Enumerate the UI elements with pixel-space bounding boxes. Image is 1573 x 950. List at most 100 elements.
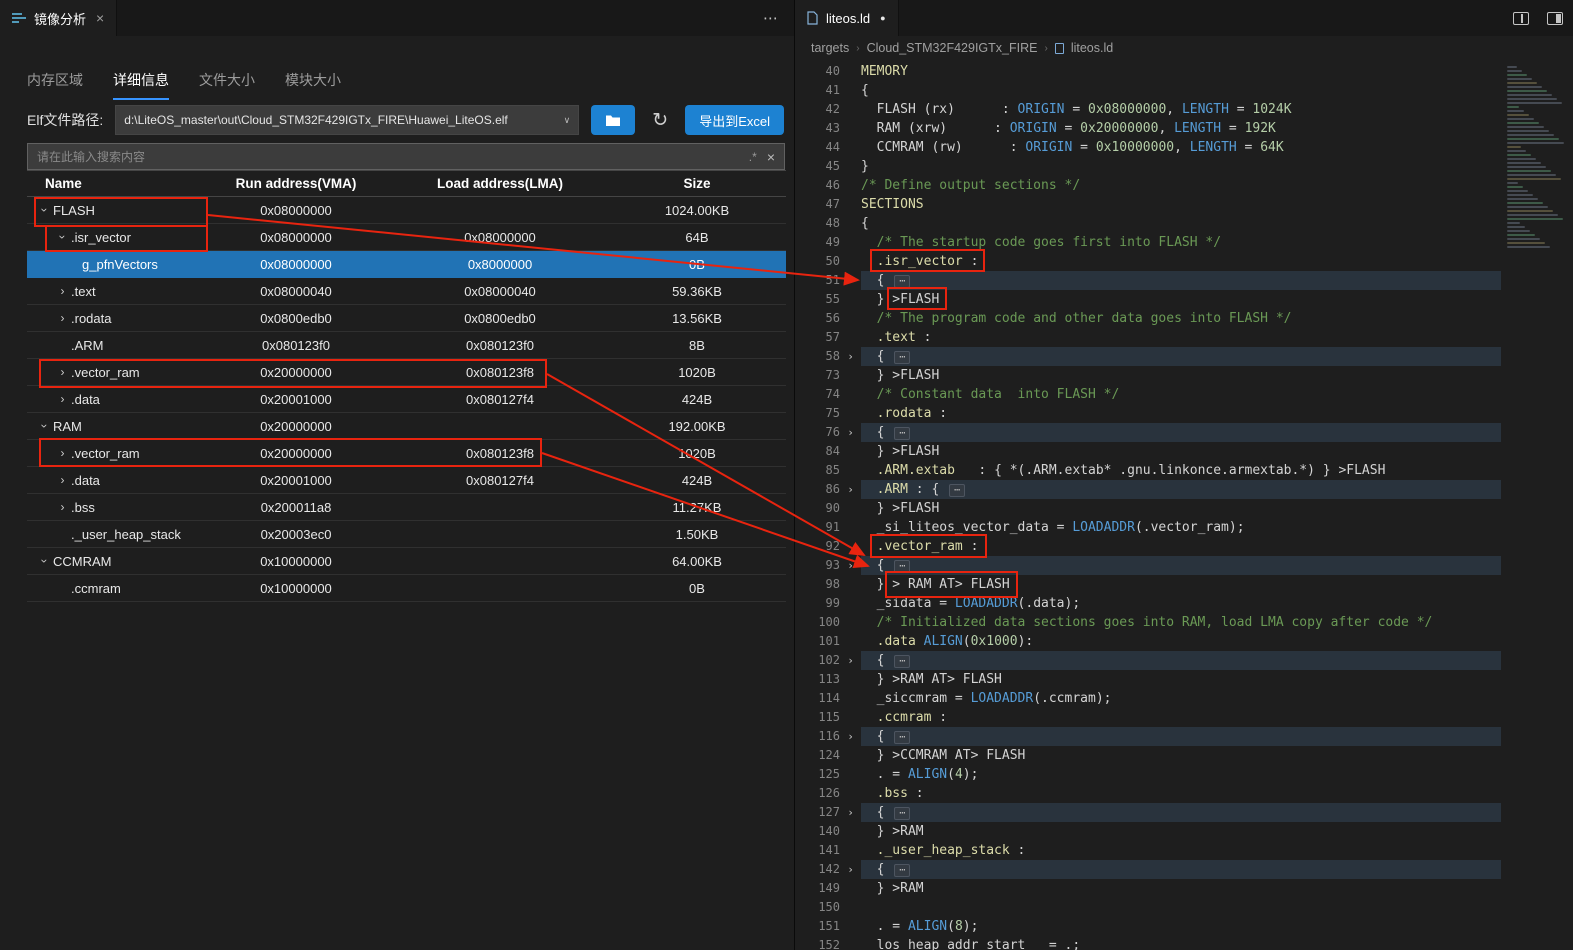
code-line[interactable]: 98 } > RAM AT> FLASH xyxy=(795,575,1501,594)
fold-chevron-icon[interactable]: › xyxy=(840,803,861,822)
table-row[interactable]: g_pfnVectors0x080000000x80000000B xyxy=(27,251,786,278)
code-line[interactable]: 51› { ⋯ xyxy=(795,271,1501,290)
chevron-right-icon[interactable]: › xyxy=(54,473,71,487)
code-line[interactable]: 44 CCMRAM (rw) : ORIGIN = 0x10000000, LE… xyxy=(795,138,1501,157)
minimap[interactable] xyxy=(1501,60,1573,950)
analysis-tool-tab[interactable]: 镜像分析 × xyxy=(0,0,117,36)
code-line[interactable]: 141 ._user_heap_stack : xyxy=(795,841,1501,860)
code-line[interactable]: 76› { ⋯ xyxy=(795,423,1501,442)
breadcrumb-item[interactable]: targets xyxy=(811,41,849,55)
chevron-right-icon[interactable]: › xyxy=(54,284,71,298)
code-line[interactable]: 140 } >RAM xyxy=(795,822,1501,841)
code-line[interactable]: 86› .ARM : { ⋯ xyxy=(795,480,1501,499)
code-line[interactable]: 90 } >FLASH xyxy=(795,499,1501,518)
code-line[interactable]: 124 } >CCMRAM AT> FLASH xyxy=(795,746,1501,765)
code-line[interactable]: 152 los_heap_addr_start = .; xyxy=(795,936,1501,950)
code-line[interactable]: 151 . = ALIGN(8); xyxy=(795,917,1501,936)
code-line[interactable]: 48{ xyxy=(795,214,1501,233)
code-line[interactable]: 73 } >FLASH xyxy=(795,366,1501,385)
code-line[interactable]: 114 _siccmram = LOADADDR(.ccmram); xyxy=(795,689,1501,708)
code-line[interactable]: 75 .rodata : xyxy=(795,404,1501,423)
code-line[interactable]: 126 .bss : xyxy=(795,784,1501,803)
table-row[interactable]: ›.text0x080000400x0800004059.36KB xyxy=(27,278,786,305)
code-line[interactable]: 40MEMORY xyxy=(795,62,1501,81)
code-line[interactable]: 125 . = ALIGN(4); xyxy=(795,765,1501,784)
clear-search-icon[interactable]: × xyxy=(767,149,775,165)
chevron-down-icon[interactable]: ∨ xyxy=(564,115,571,126)
code-line[interactable]: 93› { ⋯ xyxy=(795,556,1501,575)
code-line[interactable]: 116› { ⋯ xyxy=(795,727,1501,746)
tab-文件大小[interactable]: 文件大小 xyxy=(199,70,255,100)
chevron-right-icon[interactable]: › xyxy=(54,446,71,460)
code-line[interactable]: 92 .vector_ram : xyxy=(795,537,1501,556)
code-line[interactable]: 142› { ⋯ xyxy=(795,860,1501,879)
table-row[interactable]: ›CCMRAM0x1000000064.00KB xyxy=(27,548,786,575)
fold-chevron-icon[interactable]: › xyxy=(840,347,861,366)
code-line[interactable]: 57 .text : xyxy=(795,328,1501,347)
code-line[interactable]: 56 /* The program code and other data go… xyxy=(795,309,1501,328)
table-row[interactable]: ›RAM0x20000000192.00KB xyxy=(27,413,786,440)
fold-chevron-icon[interactable]: › xyxy=(840,423,861,442)
code-line[interactable]: 41{ xyxy=(795,81,1501,100)
chevron-right-icon[interactable]: › xyxy=(54,311,71,325)
code-line[interactable]: 115 .ccmram : xyxy=(795,708,1501,727)
fold-chevron-icon[interactable]: › xyxy=(840,480,861,499)
split-editor-icon[interactable] xyxy=(1513,12,1529,25)
chevron-right-icon[interactable]: › xyxy=(54,500,71,514)
editor-layout-icon[interactable] xyxy=(1547,12,1563,25)
modified-dot-icon[interactable]: ● xyxy=(880,13,885,23)
table-row[interactable]: ›.vector_ram0x200000000x080123f81020B xyxy=(27,359,786,386)
elf-path-select[interactable]: ∨ xyxy=(115,105,579,135)
chevron-down-icon[interactable]: › xyxy=(38,554,52,569)
fold-chevron-icon[interactable]: › xyxy=(840,727,861,746)
code-line[interactable]: 84 } >FLASH xyxy=(795,442,1501,461)
code-line[interactable]: 149 } >RAM xyxy=(795,879,1501,898)
table-row[interactable]: ›.bss0x200011a811.27KB xyxy=(27,494,786,521)
table-row[interactable]: ._user_heap_stack0x20003ec01.50KB xyxy=(27,521,786,548)
tab-内存区域[interactable]: 内存区域 xyxy=(27,70,83,100)
code-line[interactable]: 55 } >FLASH xyxy=(795,290,1501,309)
more-actions-icon[interactable]: ⋯ xyxy=(763,0,778,36)
code-line[interactable]: 42 FLASH (rx) : ORIGIN = 0x08000000, LEN… xyxy=(795,100,1501,119)
code-line[interactable]: 50 .isr_vector : xyxy=(795,252,1501,271)
code-line[interactable]: 47SECTIONS xyxy=(795,195,1501,214)
export-excel-button[interactable]: 导出到Excel xyxy=(685,105,784,135)
code-line[interactable]: 91 _si_liteos_vector_data = LOADADDR(.ve… xyxy=(795,518,1501,537)
editor-tab-liteos[interactable]: liteos.ld ● xyxy=(795,0,899,36)
code-line[interactable]: 43 RAM (xrw) : ORIGIN = 0x20000000, LENG… xyxy=(795,119,1501,138)
code-line[interactable]: 150 xyxy=(795,898,1501,917)
chevron-right-icon[interactable]: › xyxy=(54,392,71,406)
table-row[interactable]: .ccmram0x100000000B xyxy=(27,575,786,602)
code-line[interactable]: 74 /* Constant data into FLASH */ xyxy=(795,385,1501,404)
code-line[interactable]: 49 /* The startup code goes first into F… xyxy=(795,233,1501,252)
breadcrumb-item[interactable]: Cloud_STM32F429IGTx_FIRE xyxy=(867,41,1038,55)
code-line[interactable]: 101 .data ALIGN(0x1000): xyxy=(795,632,1501,651)
close-icon[interactable]: × xyxy=(96,10,104,26)
chevron-right-icon[interactable]: › xyxy=(54,365,71,379)
fold-chevron-icon[interactable]: › xyxy=(840,860,861,879)
search-input[interactable] xyxy=(37,150,739,164)
table-row[interactable]: ›.rodata0x0800edb00x0800edb013.56KB xyxy=(27,305,786,332)
elf-path-input[interactable] xyxy=(124,113,557,127)
code-line[interactable]: 102› { ⋯ xyxy=(795,651,1501,670)
code-line[interactable]: 58› { ⋯ xyxy=(795,347,1501,366)
table-row[interactable]: .ARM0x080123f00x080123f08B xyxy=(27,332,786,359)
code-line[interactable]: 45} xyxy=(795,157,1501,176)
breadcrumb-item[interactable]: liteos.ld xyxy=(1071,41,1113,55)
table-row[interactable]: ›.data0x200010000x080127f4424B xyxy=(27,467,786,494)
table-row[interactable]: ›FLASH0x080000001024.00KB xyxy=(27,197,786,224)
code-line[interactable]: 85 .ARM.extab : { *(.ARM.extab* .gnu.lin… xyxy=(795,461,1501,480)
fold-chevron-icon[interactable]: › xyxy=(840,651,861,670)
fold-chevron-icon[interactable]: › xyxy=(840,556,861,575)
code-line[interactable]: 113 } >RAM AT> FLASH xyxy=(795,670,1501,689)
open-folder-button[interactable] xyxy=(591,105,635,135)
chevron-down-icon[interactable]: › xyxy=(56,230,70,245)
code-line[interactable]: 46/* Define output sections */ xyxy=(795,176,1501,195)
chevron-down-icon[interactable]: › xyxy=(38,203,52,218)
refresh-button[interactable]: ↻ xyxy=(647,105,673,135)
chevron-down-icon[interactable]: › xyxy=(38,419,52,434)
code-line[interactable]: 99 _sidata = LOADADDR(.data); xyxy=(795,594,1501,613)
table-row[interactable]: ›.vector_ram0x200000000x080123f81020B xyxy=(27,440,786,467)
table-row[interactable]: ›.isr_vector0x080000000x0800000064B xyxy=(27,224,786,251)
tab-详细信息[interactable]: 详细信息 xyxy=(113,70,169,100)
